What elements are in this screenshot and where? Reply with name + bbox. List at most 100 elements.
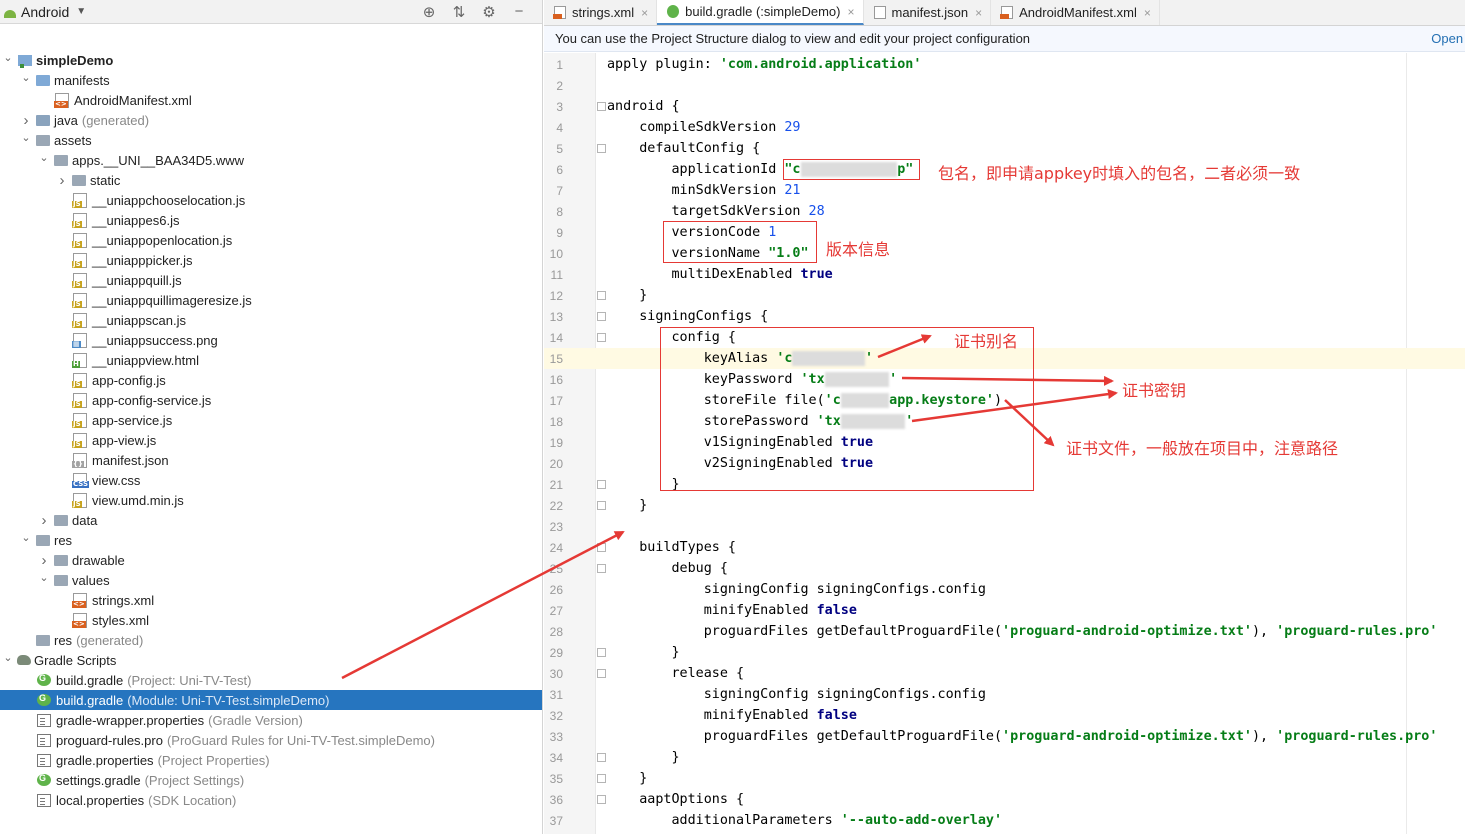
tree-item[interactable]: JS __uniappscan.js [0, 310, 542, 330]
tree-item-label: local.properties [56, 792, 145, 808]
tree-item[interactable]: ⌄ Gradle Scripts [0, 650, 542, 670]
editor-tab[interactable]: AndroidManifest.xml × [991, 0, 1160, 25]
tree-item[interactable]: ⌄ res [0, 530, 542, 550]
code-text: minifyEnabled false [607, 708, 857, 723]
tree-item-hint: (Gradle Version) [208, 712, 303, 728]
tree-item-hint: (generated) [81, 112, 150, 128]
tree-item[interactable]: proguard-rules.pro (ProGuard Rules for Un… [0, 730, 542, 750]
fold-marker-icon[interactable] [597, 333, 606, 342]
tree-item[interactable]: build.gradle(Project: Uni-TV-Test) [0, 670, 542, 690]
line-number: 32 [549, 708, 563, 723]
chevron-down-icon[interactable]: ▼ [76, 6, 86, 17]
open-project-structure-link[interactable]: Open ( [1431, 31, 1465, 46]
fold-marker-icon[interactable] [597, 795, 606, 804]
tree-item[interactable]: <> strings.xml [0, 590, 542, 610]
fold-marker-icon[interactable] [597, 753, 606, 762]
tree-item[interactable]: JS __uniappchooselocation.js [0, 190, 542, 210]
close-icon[interactable]: × [641, 6, 648, 20]
editor-tab[interactable]: build.gradle (:simpleDemo) × [657, 0, 864, 25]
tree-item[interactable]: H __uniappview.html [0, 350, 542, 370]
tree-item[interactable]: JS __uniappquill.js [0, 270, 542, 290]
line-number: 6 [556, 162, 563, 177]
tree-item-label: gradle-wrapper.properties [56, 712, 205, 728]
tree-item[interactable]: settings.gradle(Project Settings) [0, 770, 542, 790]
close-icon[interactable]: × [975, 6, 982, 20]
chevron-down-icon[interactable]: ⌄ [2, 651, 14, 664]
tree-item-label: build.gradle [56, 692, 124, 708]
chevron-down-icon[interactable]: ⌄ [20, 131, 32, 144]
collapse-all-icon[interactable]: ⇅ [450, 3, 468, 21]
tree-item[interactable]: ▦ __uniappsuccess.png [0, 330, 542, 350]
tree-item[interactable]: JS __uniappopenlocation.js [0, 230, 542, 250]
chevron-down-icon[interactable]: ⌄ [38, 571, 50, 584]
code-text: } [607, 771, 648, 786]
tree-item[interactable]: build.gradle(Module: Uni-TV-Test.simpleD… [0, 690, 542, 710]
editor-tab[interactable]: strings.xml × [544, 0, 658, 25]
tree-item[interactable]: ⌄ apps.__UNI__BAA34D5.www [0, 150, 542, 170]
tree-item[interactable]: <> styles.xml [0, 610, 542, 630]
tree-item-label: proguard-rules.pro [56, 732, 163, 748]
hide-icon[interactable]: − [510, 3, 528, 21]
close-icon[interactable]: × [1144, 6, 1151, 20]
fold-marker-icon[interactable] [597, 312, 606, 321]
line-number: 36 [549, 792, 563, 807]
chevron-down-icon[interactable]: ⌄ [38, 151, 50, 164]
chevron-down-icon[interactable]: ⌄ [20, 71, 32, 84]
tree-item[interactable]: ⌄ values [0, 570, 542, 590]
tree-item[interactable]: gradle.properties (Project Properties) [0, 750, 542, 770]
module-icon [18, 54, 32, 68]
code-text: v2SigningEnabled true [607, 456, 874, 471]
tree-item[interactable]: › static [0, 170, 542, 190]
tree-item[interactable]: JS __uniappes6.js [0, 210, 542, 230]
xml-file-icon: <> [72, 612, 87, 628]
code-line: 36 aaptOptions { [544, 789, 1465, 810]
tree-item[interactable]: JS app-service.js [0, 410, 542, 430]
tree-item[interactable]: {} manifest.json [0, 450, 542, 470]
code-line: 5 defaultConfig { [544, 138, 1465, 159]
tree-item[interactable]: gradle-wrapper.properties (Gradle Version… [0, 710, 542, 730]
line-number: 29 [549, 645, 563, 660]
tree-item[interactable]: JS __uniapppicker.js [0, 250, 542, 270]
gear-icon[interactable]: ⚙ [480, 3, 498, 21]
tree-item[interactable]: ⌄ simpleDemo [0, 50, 542, 70]
tree-item[interactable]: local.properties (SDK Location) [0, 790, 542, 810]
fold-marker-icon[interactable] [597, 480, 606, 489]
chevron-right-icon[interactable]: › [38, 512, 50, 529]
tree-item[interactable]: JS app-config-service.js [0, 390, 542, 410]
tree-item[interactable]: <> AndroidManifest.xml [0, 90, 542, 110]
fold-marker-icon[interactable] [597, 102, 606, 111]
fold-marker-icon[interactable] [597, 291, 606, 300]
editor-tab[interactable]: manifest.json × [864, 0, 992, 25]
chevron-right-icon[interactable]: › [38, 552, 50, 569]
fold-marker-icon[interactable] [597, 501, 606, 510]
tree-item[interactable]: res (generated) [0, 630, 542, 650]
tree-item[interactable]: › drawable [0, 550, 542, 570]
tree-item[interactable]: JS view.umd.min.js [0, 490, 542, 510]
tree-item-label: assets [54, 132, 92, 148]
tree-item[interactable]: JS app-view.js [0, 430, 542, 450]
tree-item[interactable]: JS __uniappquillimageresize.js [0, 290, 542, 310]
project-view-selector[interactable]: Android [21, 4, 69, 20]
properties-file-icon [37, 793, 51, 807]
chevron-down-icon[interactable]: ⌄ [20, 531, 32, 544]
tree-item[interactable]: JS app-config.js [0, 370, 542, 390]
tree-item[interactable]: CSS view.css [0, 470, 542, 490]
tree-item[interactable]: ⌄ assets [0, 130, 542, 150]
fold-marker-icon[interactable] [597, 543, 606, 552]
chevron-right-icon[interactable]: › [56, 172, 68, 189]
code-text: targetSdkVersion 28 [607, 204, 825, 219]
fold-marker-icon[interactable] [597, 669, 606, 678]
fold-marker-icon[interactable] [597, 144, 606, 153]
locate-icon[interactable]: ⊕ [420, 3, 438, 21]
js-file-icon: JS [72, 372, 87, 388]
fold-marker-icon[interactable] [597, 648, 606, 657]
chevron-right-icon[interactable]: › [20, 112, 32, 129]
tree-item[interactable]: › java (generated) [0, 110, 542, 130]
tree-item-label: simpleDemo [36, 52, 114, 68]
fold-marker-icon[interactable] [597, 564, 606, 573]
tree-item[interactable]: › data [0, 510, 542, 530]
fold-marker-icon[interactable] [597, 774, 606, 783]
close-icon[interactable]: × [847, 5, 854, 19]
tree-item[interactable]: ⌄ manifests [0, 70, 542, 90]
chevron-down-icon[interactable]: ⌄ [2, 51, 14, 64]
